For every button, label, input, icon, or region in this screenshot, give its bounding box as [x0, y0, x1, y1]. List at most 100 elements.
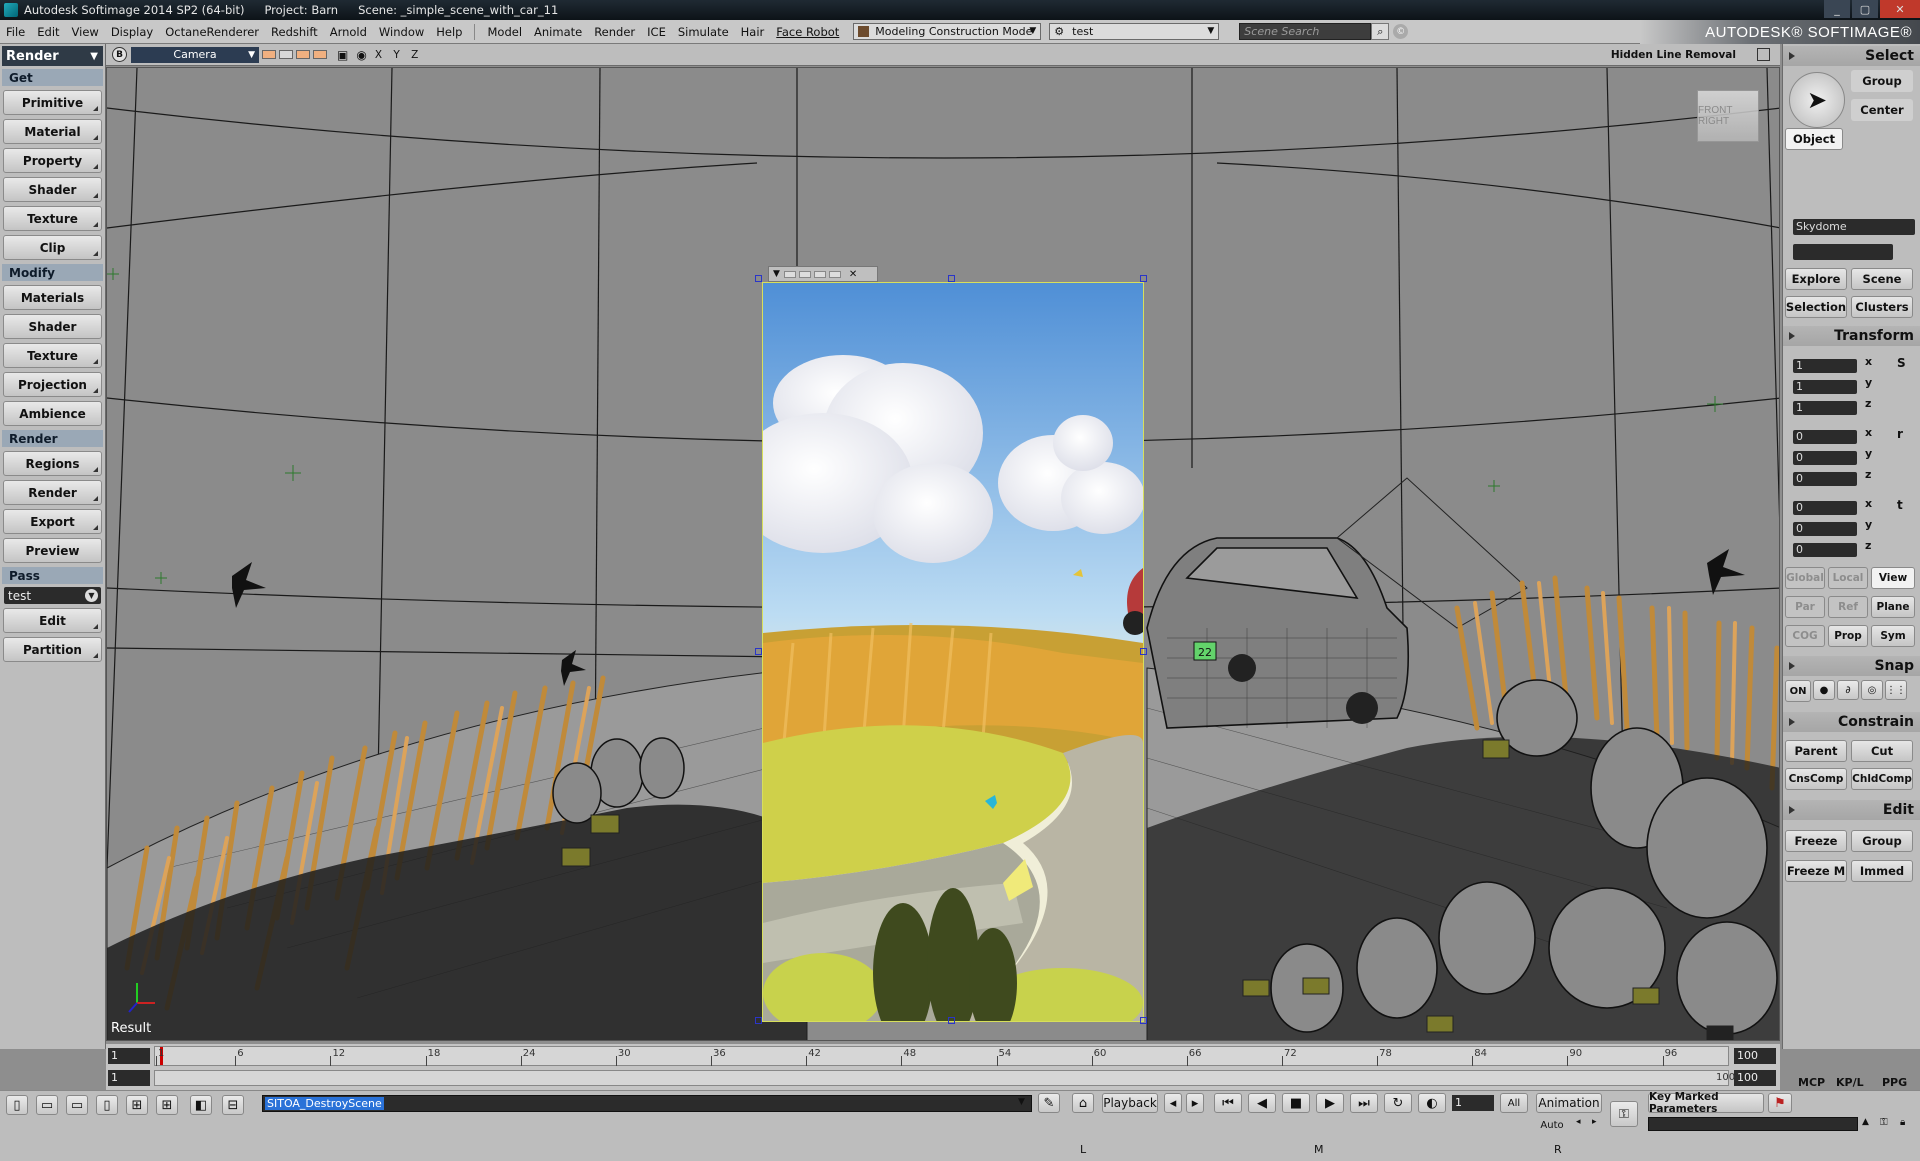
menu-view[interactable]: View — [66, 25, 105, 39]
constrain-section-header[interactable]: Constrain — [1783, 712, 1920, 732]
scale-x-field[interactable]: 1 — [1793, 359, 1857, 373]
timeline-end-field-2[interactable]: 100 — [1734, 1070, 1776, 1086]
visibility-swatch[interactable] — [313, 50, 327, 59]
scale-z-field[interactable]: 1 — [1793, 401, 1857, 415]
loop-icon[interactable]: ↻ — [1384, 1093, 1412, 1113]
render-region-menu-icon[interactable]: ▼ — [773, 269, 780, 279]
constrain-cnscomp-button[interactable]: CnsComp — [1785, 768, 1847, 790]
layout-quad-icon[interactable]: ⊞ — [126, 1095, 148, 1115]
panel-lock-icon[interactable]: 🔒︎ — [1900, 1117, 1905, 1128]
toolbar-mode-selector[interactable]: Render ▼ — [2, 46, 103, 66]
scale-tool-icon[interactable]: S — [1897, 356, 1906, 370]
lock-icon[interactable]: ⚿ — [1880, 1117, 1888, 1128]
key-slider-track[interactable] — [1648, 1117, 1858, 1131]
modify-projection-button[interactable]: Projection — [3, 372, 102, 397]
command-line-input[interactable]: SITOA_DestroyScene — [262, 1095, 1032, 1112]
select-section-header[interactable]: Select — [1783, 46, 1920, 66]
layer-dropdown[interactable]: ⚙ test ▼ — [1049, 23, 1220, 40]
visibility-swatch[interactable] — [262, 50, 276, 59]
previous-frame-icon[interactable]: ◂ — [1164, 1093, 1182, 1113]
translate-tool-icon[interactable]: t — [1897, 498, 1903, 512]
layout-custom-icon[interactable]: ⊟ — [222, 1095, 244, 1115]
space-plane-button[interactable]: Plane — [1871, 596, 1915, 618]
layout-top-icon[interactable]: ▭ — [36, 1095, 58, 1115]
render-region-swatch[interactable] — [798, 270, 811, 278]
menu-octanerenderer[interactable]: OctaneRenderer — [159, 25, 265, 39]
selection-name-field[interactable]: Skydome — [1793, 219, 1915, 235]
get-property-button[interactable]: Property — [3, 148, 102, 173]
snap-point-icon[interactable]: ● — [1813, 680, 1835, 700]
edit-freeze-m-button[interactable]: Freeze M — [1785, 860, 1847, 882]
selection-button[interactable]: Selection — [1785, 296, 1847, 318]
play-backward-icon[interactable]: ◀ — [1248, 1093, 1276, 1113]
edit-section-header[interactable]: Edit — [1783, 800, 1920, 820]
rotate-x-field[interactable]: 0 — [1793, 430, 1857, 444]
visibility-swatch[interactable] — [279, 50, 293, 59]
minimize-button[interactable]: _ — [1824, 0, 1850, 18]
axis-toggle[interactable]: X Y Z — [375, 49, 422, 61]
render-region-handle[interactable] — [1140, 275, 1147, 282]
tab-mcp[interactable]: MCP — [1798, 1076, 1825, 1089]
cog-button[interactable]: COG — [1785, 625, 1825, 647]
all-button[interactable]: All — [1500, 1093, 1528, 1113]
space-view-button[interactable]: View — [1871, 567, 1915, 589]
render-regions-button[interactable]: Regions — [3, 451, 102, 476]
get-material-button[interactable]: Material — [3, 119, 102, 144]
menu-model[interactable]: Model — [481, 25, 528, 39]
explore-button[interactable]: Explore — [1785, 268, 1847, 290]
camera-dropdown[interactable]: Camera ▼ — [131, 46, 259, 63]
menu-display[interactable]: Display — [105, 25, 159, 39]
timeline-end-field[interactable]: 100 — [1734, 1048, 1776, 1064]
translate-x-field[interactable]: 0 — [1793, 501, 1857, 515]
select-group-button[interactable]: Group — [1851, 70, 1913, 92]
menu-redshift[interactable]: Redshift — [265, 25, 324, 39]
render-region-swatch[interactable] — [813, 270, 826, 278]
transform-section-header[interactable]: Transform — [1783, 326, 1920, 346]
space-global-button[interactable]: Global — [1785, 567, 1825, 589]
render-region[interactable] — [762, 282, 1144, 1022]
modify-ambience-button[interactable]: Ambience — [3, 401, 102, 426]
edit-freeze-button[interactable]: Freeze — [1785, 830, 1847, 852]
rotate-tool-icon[interactable]: r — [1897, 427, 1903, 441]
layout-bottom-icon[interactable]: ▭ — [66, 1095, 88, 1115]
sym-button[interactable]: Sym — [1871, 625, 1915, 647]
key-next-icon[interactable]: ▸ — [1592, 1117, 1597, 1127]
layout-split-icon[interactable]: ◧ — [190, 1095, 212, 1115]
display-mode-label[interactable]: Hidden Line Removal — [1611, 49, 1736, 61]
construction-mode-dropdown[interactable]: Modeling Construction Mode ▼ — [853, 23, 1042, 40]
get-shader-button[interactable]: Shader — [3, 177, 102, 202]
translate-z-field[interactable]: 0 — [1793, 543, 1857, 557]
select-center-button[interactable]: Center — [1851, 99, 1913, 121]
pass-partition-button[interactable]: Partition — [3, 637, 102, 662]
maximize-viewport-icon[interactable] — [1757, 48, 1770, 61]
render-region-handle[interactable] — [948, 275, 955, 282]
stop-icon[interactable]: ■ — [1282, 1093, 1310, 1113]
get-clip-button[interactable]: Clip — [3, 235, 102, 260]
menu-render[interactable]: Render — [588, 25, 641, 39]
maximize-button[interactable]: ▢ — [1852, 0, 1878, 18]
scene-search-input[interactable]: Scene Search — [1239, 23, 1372, 40]
viewport-b-button[interactable]: B — [112, 47, 127, 62]
key-icon[interactable]: ⚿ — [1610, 1101, 1638, 1127]
render-preview-button[interactable]: Preview — [3, 538, 102, 563]
go-to-start-icon[interactable]: ⏮ — [1214, 1093, 1242, 1113]
tab-kp-l[interactable]: KP/L — [1836, 1076, 1864, 1089]
get-primitive-button[interactable]: Primitive — [3, 90, 102, 115]
key-marked-parameters-button[interactable]: Key Marked Parameters — [1648, 1091, 1764, 1115]
layout-right-icon[interactable]: ▯ — [96, 1095, 118, 1115]
scale-y-field[interactable]: 1 — [1793, 380, 1857, 394]
key-marked-icon[interactable]: ⚑ — [1768, 1093, 1792, 1113]
space-ref-button[interactable]: Ref — [1828, 596, 1868, 618]
rotate-y-field[interactable]: 0 — [1793, 451, 1857, 465]
auto-key-button[interactable]: Auto — [1536, 1115, 1568, 1135]
layout-grid-icon[interactable]: ⊞ — [156, 1095, 178, 1115]
render-region-handle[interactable] — [948, 1017, 955, 1024]
modify-texture-button[interactable]: Texture — [3, 343, 102, 368]
render-region-handle[interactable] — [755, 275, 762, 282]
snap-curve-icon[interactable]: ∂ — [1837, 680, 1859, 700]
search-icon[interactable]: ⌕ — [1371, 23, 1390, 40]
play-forward-icon[interactable]: ▶ — [1316, 1093, 1344, 1113]
close-icon[interactable]: ✕ — [849, 269, 857, 280]
axis-x-label[interactable]: x — [1865, 426, 1872, 439]
edit-group-button[interactable]: Group — [1851, 830, 1913, 852]
